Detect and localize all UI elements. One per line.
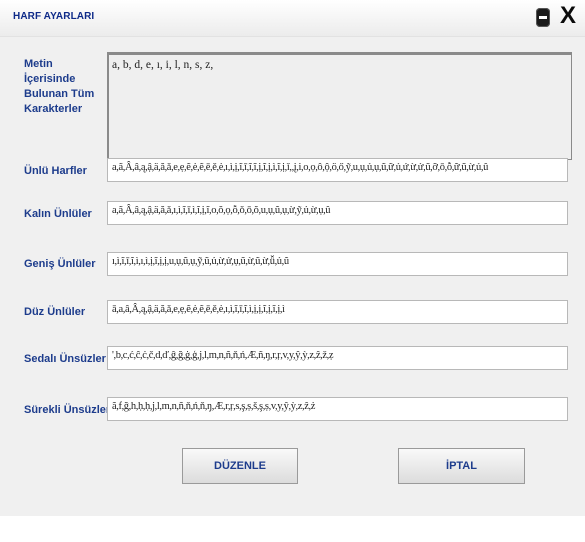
window-title: HARF AYARLARI bbox=[13, 11, 95, 22]
kalin-field[interactable]: a,ã,Â,â,ą,ậ,ä,ă,ǎ,ı,ì,ĩ,ī,ì,ĩ,ị,ĩ,o,ŏ,ọ,… bbox=[107, 201, 568, 225]
surekli-label: Sürekli Ünsüzler bbox=[24, 404, 111, 416]
bottom-strip bbox=[0, 516, 585, 542]
sedali-label: Sedalı Ünsüzler bbox=[24, 353, 106, 365]
minimize-icon[interactable] bbox=[536, 8, 550, 27]
sedali-field[interactable]: ',b,c,ć,ĉ,ċ,č,d,ď,ĝ,ğ,ġ,ģ,j,l,m,n,ñ,ň,ń,… bbox=[107, 346, 568, 370]
surekli-field[interactable]: ã,f,ğ,h,ḥ,ḥ,j,l,m,n,ñ,ň,ń,ň,ŋ,Æ,r,ŗ,s,ş,… bbox=[107, 397, 568, 421]
title-bar: HARF AYARLARI X bbox=[0, 0, 585, 37]
all-chars-field[interactable]: a, b, d, e, ı, i, l, n, s, z, bbox=[107, 52, 572, 160]
genis-field[interactable]: ı,ì,ĩ,ī,ĩ,ì,ı,ì,ị,ĩ,ị,ị,u,ụ,ũ,ụ,ỹ,ũ,ủ,ừ,… bbox=[107, 252, 568, 276]
duz-label: Düz Ünlüler bbox=[24, 306, 86, 318]
close-icon[interactable]: X bbox=[558, 3, 578, 29]
kalin-label: Kalın Ünlüler bbox=[24, 208, 92, 220]
iptal-button[interactable]: İPTAL bbox=[398, 448, 525, 484]
genis-label: Geniş Ünlüler bbox=[24, 258, 96, 270]
unlu-label: Ünlü Harfler bbox=[24, 165, 87, 177]
all-chars-label: Metin İçerisinde Bulunan Tüm Karakterler bbox=[24, 58, 95, 115]
unlu-field[interactable]: a,ã,Â,â,ą,ậ,ä,ă,ǎ,e,ẹ,ẽ,ė,ẽ,ē,ě,ė,ı,ì,ị,… bbox=[107, 158, 568, 182]
duzenle-button[interactable]: DÜZENLE bbox=[182, 448, 298, 484]
harf-ayarlari-window: HARF AYARLARI X Metin İçerisinde Bulunan… bbox=[0, 0, 585, 516]
duz-field[interactable]: ā,a,â,Â,ą,ậ,ä,ă,ǎ,e,ẹ,ẽ,ė,ẽ,ē,ě,ė,ı,ì,ĩ,… bbox=[107, 300, 568, 324]
